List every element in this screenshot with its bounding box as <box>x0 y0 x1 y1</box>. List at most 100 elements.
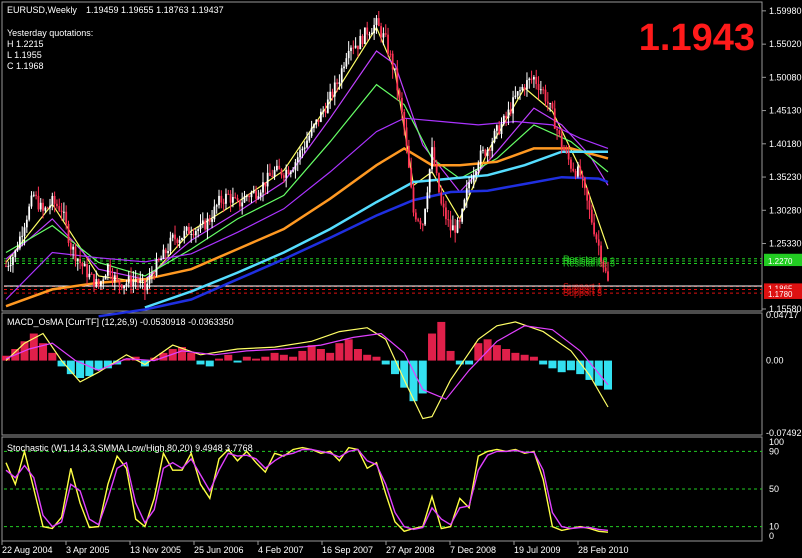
candle-body <box>266 172 269 187</box>
candle-body <box>340 68 343 83</box>
macd-bar <box>48 352 57 361</box>
candle-body <box>194 231 197 236</box>
candle-body <box>370 32 373 35</box>
candle-body <box>447 219 450 221</box>
candle-body <box>97 279 100 287</box>
candle-body <box>308 135 311 141</box>
candle-body <box>326 99 329 113</box>
chart-svg: ResistanceResistance 2Resistance 3Suppor… <box>1 1 802 555</box>
candle-body <box>211 219 213 222</box>
candle-body <box>185 226 188 231</box>
candle-body <box>81 263 84 267</box>
candle-body <box>593 222 596 235</box>
candle-body <box>345 58 348 67</box>
candle-body <box>137 279 139 283</box>
candle-body <box>53 195 56 204</box>
candle-body <box>79 259 81 264</box>
macd-bar <box>548 360 557 369</box>
candle-body <box>533 76 535 80</box>
candle-body <box>519 90 521 92</box>
candle-body <box>111 275 114 281</box>
candle-body <box>285 169 288 178</box>
candle-body <box>377 18 380 27</box>
candle-body <box>319 111 322 122</box>
candle-body <box>160 258 163 261</box>
candle-body <box>347 50 350 59</box>
candle-body <box>167 251 169 254</box>
candle-body <box>21 235 24 237</box>
candle-body <box>16 248 19 251</box>
x-tick-label: 19 Jul 2009 <box>514 545 561 555</box>
candle-body <box>201 220 204 224</box>
candle-body <box>222 202 225 204</box>
candle-body <box>405 127 408 146</box>
info-line-2: H 1.2215 <box>7 39 44 49</box>
macd-bar <box>298 350 307 361</box>
candle-body <box>7 265 10 267</box>
candle-body <box>567 151 570 160</box>
candle-body <box>37 195 40 210</box>
candle-body <box>440 192 443 204</box>
candle-body <box>236 198 239 201</box>
candle-body <box>282 175 285 178</box>
macd-bar <box>529 356 538 361</box>
x-tick-label: 7 Dec 2008 <box>450 545 496 555</box>
stoch-y-label: 50 <box>769 484 779 494</box>
candle-body <box>23 227 26 236</box>
macd-bar <box>539 360 548 365</box>
stochastic-line <box>5 448 609 532</box>
trading-chart[interactable]: Resistance Resistance 2 Resistance 3 Suppor… <box>0 0 802 558</box>
candle-body <box>500 123 503 135</box>
candle-body <box>493 130 496 142</box>
candle-body <box>563 147 565 151</box>
candle-body <box>590 209 593 223</box>
candle-body <box>218 195 220 206</box>
candle-body <box>150 275 153 277</box>
candle-body <box>93 274 95 287</box>
y-tick-label: 1.40180 <box>769 139 802 149</box>
candle-body <box>49 205 51 208</box>
candle-body <box>148 275 151 284</box>
macd-bar <box>335 343 344 361</box>
candle-body <box>72 246 75 250</box>
candle-body <box>350 47 352 51</box>
candle-body <box>317 119 320 122</box>
candle-body <box>602 261 605 268</box>
candle-body <box>579 166 582 176</box>
y-tick-label: 1.50080 <box>769 72 802 82</box>
candle-body <box>104 275 107 280</box>
ohlc-values: 1.19459 1.19655 1.18763 1.19437 <box>86 5 224 15</box>
candle-body <box>199 223 202 230</box>
candle-body <box>164 249 167 254</box>
candle-body <box>14 250 17 258</box>
candle-body <box>9 264 12 266</box>
candle-body <box>361 35 364 45</box>
candle-body <box>204 220 207 230</box>
macd-bar <box>224 354 233 361</box>
candle-body <box>516 91 519 96</box>
candle-body <box>489 149 491 151</box>
candle-body <box>433 147 436 166</box>
candle-body <box>273 170 276 177</box>
moving-average-line <box>5 50 609 280</box>
candle-body <box>403 112 406 128</box>
macd-bar <box>502 348 511 361</box>
candle-body <box>407 145 410 168</box>
candle-body <box>18 236 21 249</box>
macd-bar <box>187 352 196 361</box>
candle-body <box>324 110 327 113</box>
candle-body <box>354 45 357 48</box>
candle-body <box>102 279 105 282</box>
level-label: Support 3 <box>563 288 602 298</box>
candle-body <box>139 280 142 283</box>
candle-body <box>514 95 517 98</box>
candle-body <box>486 149 489 156</box>
candle-body <box>315 119 318 125</box>
candle-body <box>155 259 158 276</box>
y-tick-label: 1.45130 <box>769 106 802 116</box>
candle-body <box>5 265 7 267</box>
candle-body <box>234 197 237 199</box>
macd-bar <box>344 339 353 361</box>
candle-body <box>125 283 128 286</box>
candle-body <box>521 87 524 91</box>
